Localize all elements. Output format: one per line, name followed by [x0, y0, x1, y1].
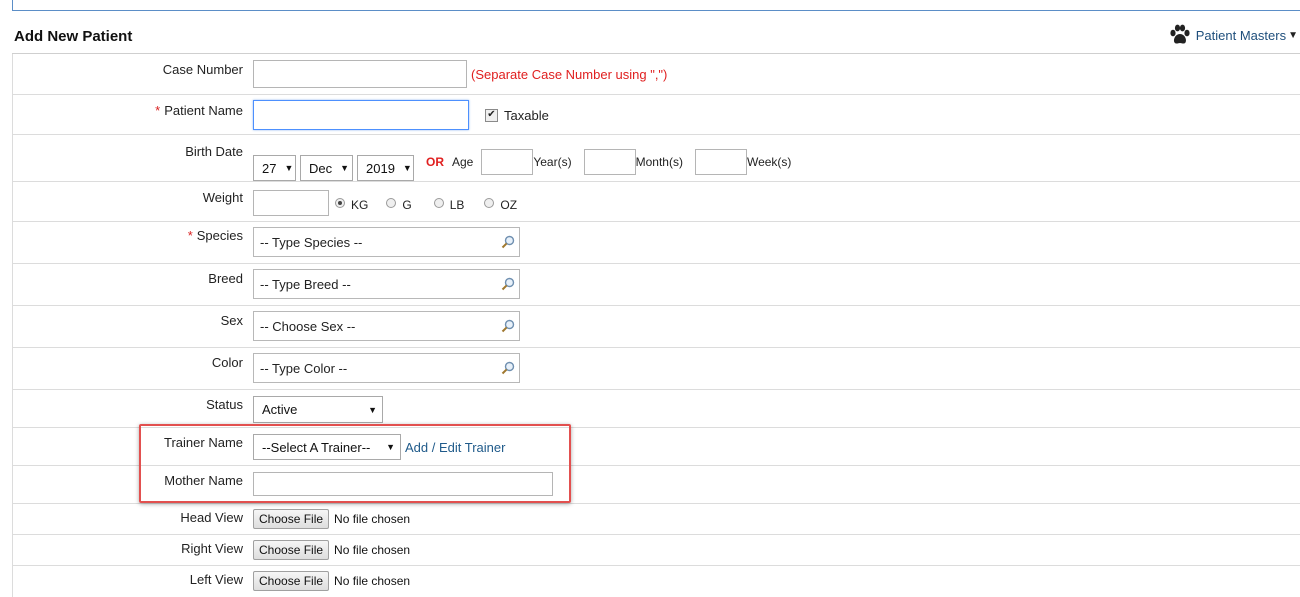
taxable-label: Taxable — [504, 107, 549, 123]
head-view-file-status: No file chosen — [334, 512, 411, 526]
row-patient-name: * Patient Name ✔ Taxable — [13, 95, 1300, 135]
birth-year-select[interactable]: 2019 ▼ — [357, 155, 414, 181]
color-label: Color — [211, 355, 243, 370]
search-icon — [501, 319, 515, 333]
age-label: Age — [452, 155, 474, 169]
row-weight: Weight KG G LB OZ — [13, 182, 1300, 222]
patient-form: Case Number (Separate Case Number using … — [12, 54, 1300, 597]
patient-name-input[interactable] — [253, 100, 469, 130]
search-icon — [501, 361, 515, 375]
row-right-view: Right View Choose File No file chosen — [13, 535, 1300, 566]
species-label: * Species — [188, 228, 243, 243]
case-number-label: Case Number — [162, 62, 243, 77]
required-mark: * — [187, 228, 193, 243]
unit-oz-radio[interactable] — [484, 198, 495, 208]
birth-year-value: 2019 — [366, 160, 395, 176]
search-icon — [501, 277, 515, 291]
head-view-choose-file-button[interactable]: Choose File — [253, 509, 330, 529]
status-select[interactable]: Active ▼ — [253, 396, 383, 423]
or-label: OR — [426, 155, 444, 169]
birth-month-value: Dec — [309, 160, 333, 176]
status-label: Status — [206, 397, 243, 412]
species-label-text: Species — [196, 228, 243, 243]
row-species: * Species -- Type Species -- — [13, 222, 1300, 264]
age-years-input[interactable] — [481, 149, 534, 175]
row-sex: Sex -- Choose Sex -- — [13, 306, 1300, 348]
chevron-down-icon: ▼ — [402, 163, 412, 173]
row-head-view: Head View Choose File No file chosen — [13, 504, 1300, 535]
unit-lb-label: LB — [449, 198, 465, 212]
birth-day-value: 27 — [262, 160, 277, 176]
highlight-box — [139, 424, 571, 503]
unit-lb-radio[interactable] — [433, 198, 444, 208]
case-number-hint: (Separate Case Number using ",") — [471, 66, 668, 82]
birth-date-label: Birth Date — [185, 144, 243, 159]
sex-label: Sex — [220, 313, 243, 328]
right-view-file-status: No file chosen — [334, 543, 411, 557]
unit-g-label: G — [402, 198, 412, 212]
patient-name-label-text: Patient Name — [164, 103, 243, 118]
chevron-down-icon: ▼ — [368, 404, 377, 415]
birth-day-select[interactable]: 27 ▼ — [253, 155, 296, 181]
top-frame-border — [12, 0, 1300, 11]
sex-lookup[interactable]: -- Choose Sex -- — [253, 311, 520, 341]
row-case-number: Case Number (Separate Case Number using … — [13, 54, 1300, 95]
unit-kg-radio[interactable] — [335, 198, 345, 208]
left-view-file-status: No file chosen — [334, 574, 411, 588]
unit-kg-label: KG — [351, 198, 369, 212]
patient-masters-label: Patient Masters — [1195, 27, 1287, 43]
breed-lookup[interactable]: -- Type Breed -- — [253, 269, 520, 299]
age-weeks-input[interactable] — [694, 149, 747, 175]
search-icon — [501, 235, 515, 249]
patient-masters-menu[interactable]: Patient Masters ▼ — [1168, 24, 1298, 46]
required-mark: * — [155, 103, 161, 118]
unit-g-radio[interactable] — [386, 198, 397, 208]
breed-label: Breed — [208, 271, 243, 286]
color-placeholder: -- Type Color -- — [260, 360, 348, 376]
weeks-label: Week(s) — [746, 155, 792, 169]
row-left-view: Left View Choose File No file chosen — [13, 566, 1300, 597]
species-placeholder: -- Type Species -- — [260, 234, 363, 250]
row-breed: Breed -- Type Breed -- — [13, 264, 1300, 306]
weight-label: Weight — [202, 190, 243, 205]
right-view-label: Right View — [181, 541, 243, 556]
weight-input[interactable] — [253, 190, 329, 216]
months-label: Month(s) — [635, 155, 683, 169]
color-lookup[interactable]: -- Type Color -- — [253, 353, 520, 383]
breed-placeholder: -- Type Breed -- — [260, 276, 351, 292]
row-color: Color -- Type Color -- — [13, 348, 1300, 390]
years-label: Year(s) — [533, 155, 572, 169]
sex-placeholder: -- Choose Sex -- — [260, 318, 356, 334]
case-number-input[interactable] — [253, 60, 467, 88]
status-value: Active — [262, 402, 298, 417]
caret-down-icon: ▼ — [1288, 29, 1298, 41]
chevron-down-icon: ▼ — [284, 163, 294, 173]
paw-icon — [1170, 24, 1190, 44]
patient-name-label: * Patient Name — [155, 103, 243, 118]
row-status: Status Active ▼ — [13, 390, 1300, 428]
species-lookup[interactable]: -- Type Species -- — [253, 227, 520, 257]
right-view-choose-file-button[interactable]: Choose File — [253, 540, 330, 560]
birth-month-select[interactable]: Dec ▼ — [300, 155, 353, 181]
chevron-down-icon: ▼ — [340, 163, 350, 173]
unit-oz-label: OZ — [500, 198, 518, 212]
taxable-checkbox[interactable]: ✔ — [485, 108, 498, 122]
age-months-input[interactable] — [583, 149, 636, 175]
left-view-choose-file-button[interactable]: Choose File — [253, 571, 330, 591]
head-view-label: Head View — [180, 510, 243, 525]
page-title: Add New Patient — [14, 28, 133, 45]
row-birth-date: Birth Date 27 ▼ Dec ▼ 2019 ▼ OR Age Year(s)… — [13, 135, 1300, 182]
